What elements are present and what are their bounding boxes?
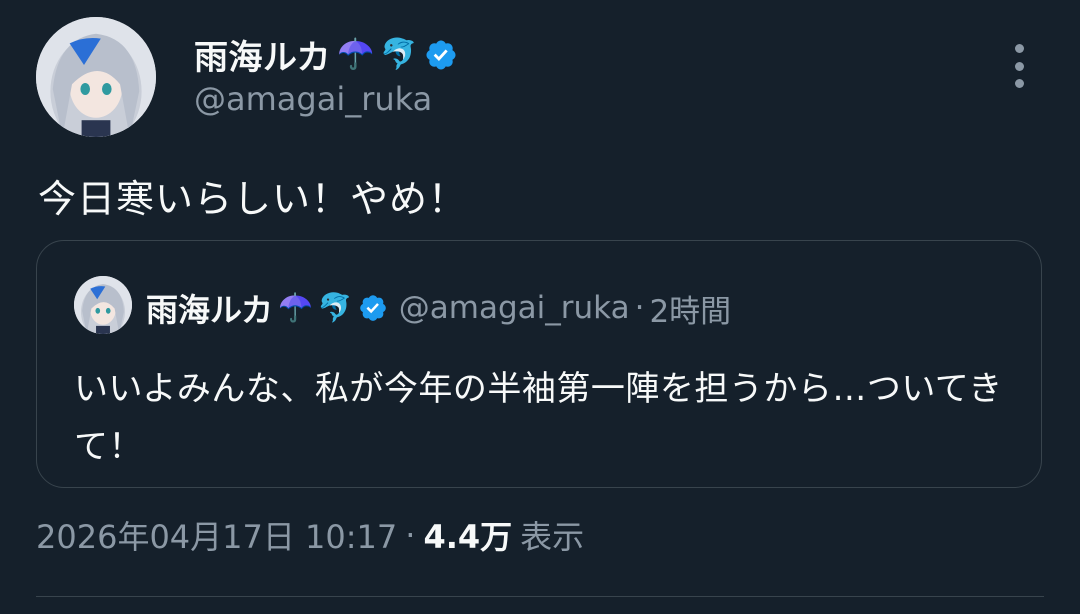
author-avatar[interactable]	[36, 17, 156, 137]
quoted-timestamp: 2時間	[649, 293, 732, 330]
more-dot	[1014, 61, 1024, 71]
dolphin-emoji: 🐬	[317, 291, 353, 324]
view-count: 4.4万	[423, 518, 513, 556]
tweet-text: 今日寒いらしい！やめ！	[38, 177, 468, 221]
author-display-name[interactable]: 雨海ルカ	[194, 30, 331, 79]
author-handle[interactable]: @amagai_ruka	[194, 80, 432, 118]
quoted-separator: ·	[634, 290, 645, 326]
meta-separator: ·	[405, 516, 416, 554]
quoted-author-avatar[interactable]	[74, 276, 132, 334]
verified-badge-icon	[359, 295, 386, 321]
avatar-image	[74, 276, 132, 334]
verified-badge-icon[interactable]	[424, 38, 458, 72]
tweet-meta: 2026年04月17日 10:17 · 4.4万 表示	[36, 512, 584, 558]
quoted-tweet-text: いいよみんな、私が今年の半袖第一陣を担うから…ついてきて！	[74, 369, 1003, 467]
dolphin-emoji: 🐬	[380, 36, 418, 72]
quoted-display-name: 雨海ルカ	[146, 291, 274, 329]
tweet-timestamp[interactable]: 2026年04月17日 10:17	[36, 512, 397, 558]
divider	[36, 596, 1044, 597]
more-dot	[1014, 79, 1024, 88]
quoted-header-row: 雨海ルカ ☂️ 🐬 @amagai_ruka · 2時間	[146, 285, 731, 331]
umbrella-emoji: ☂️	[336, 36, 375, 72]
more-options-icon[interactable]	[1004, 44, 1034, 88]
quoted-handle: @amagai_ruka	[398, 290, 630, 326]
umbrella-emoji: ☂️	[278, 291, 313, 324]
avatar-image	[36, 17, 156, 137]
author-name-row[interactable]: 雨海ルカ ☂️ 🐬	[194, 30, 458, 79]
more-dot	[1014, 44, 1024, 53]
view-label: 表示	[520, 518, 585, 556]
